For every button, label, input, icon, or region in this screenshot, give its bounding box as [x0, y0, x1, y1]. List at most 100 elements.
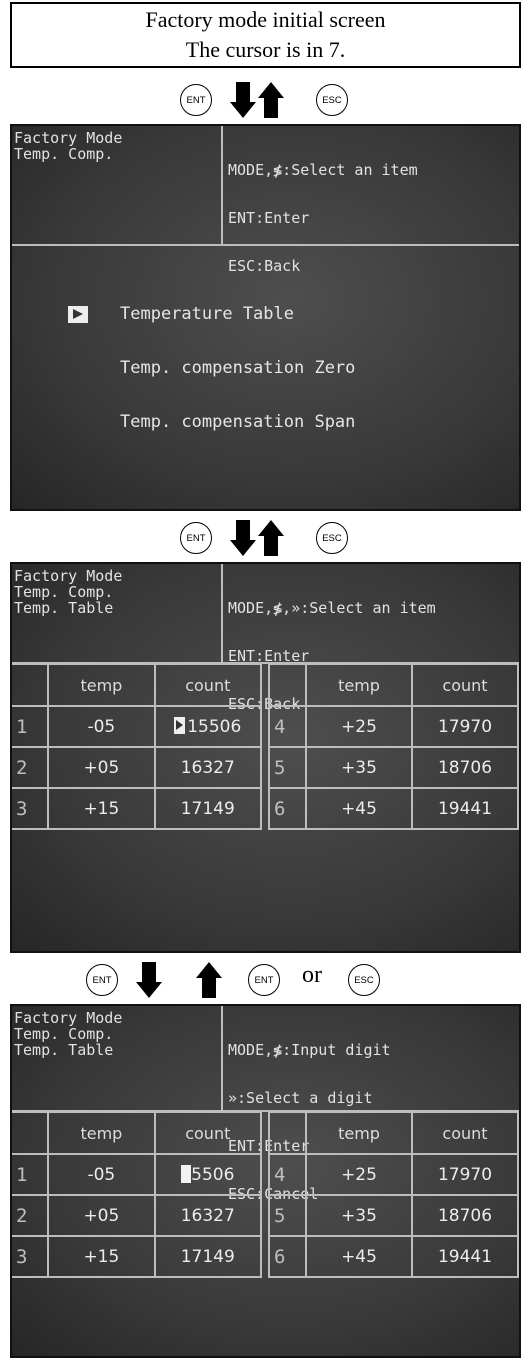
- menu-cursor-icon: [68, 306, 88, 323]
- digit-cursor: [181, 1164, 192, 1183]
- count-cell[interactable]: 16327: [153, 1194, 263, 1237]
- table-row: 6 +45 19441: [267, 787, 519, 830]
- temp-cell: +35: [305, 746, 413, 789]
- esc-key-icon: ESC: [316, 522, 348, 554]
- row-number: 6: [267, 787, 308, 830]
- screen-temperature-table: Factory Mode Temp. Comp. Temp. Table MOD…: [10, 562, 521, 953]
- row-number: 6: [267, 1235, 308, 1278]
- col-count-header: count: [411, 1111, 519, 1155]
- nav-row-3: ENT ENT or ESC: [0, 958, 531, 1002]
- count-cell[interactable]: 17149: [153, 1235, 263, 1278]
- count-value: 15506: [187, 716, 242, 737]
- or-label: or: [302, 962, 322, 988]
- temp-cell: +35: [305, 1194, 413, 1237]
- count-cell[interactable]: 19441: [411, 1235, 519, 1278]
- header-breadcrumb: Factory Mode Temp. Comp. Temp. Table: [14, 1010, 122, 1058]
- temp-cell: -05: [47, 1153, 156, 1196]
- caption-line-2: The cursor is in 7.: [185, 37, 346, 62]
- breadcrumb-line: Factory Mode: [14, 129, 123, 147]
- screen-header: Factory Mode Temp. Comp. Temp. Table MOD…: [12, 564, 519, 712]
- table-row: 2 +05 16327: [12, 1194, 263, 1237]
- esc-key-icon: ESC: [348, 964, 380, 996]
- table-row: 6 +45 19441: [267, 1235, 519, 1278]
- temp-cell: -05: [47, 705, 156, 748]
- caption-line-1: Factory mode initial screen: [145, 7, 386, 32]
- help-line: ENT:Enter: [228, 647, 310, 665]
- count-cell[interactable]: 15506: [153, 705, 263, 748]
- help-line: ESC:Back: [228, 257, 301, 275]
- arrow-down-icon: [230, 520, 256, 556]
- menu-item-temp-comp-zero[interactable]: Temp. compensation Zero: [120, 358, 355, 378]
- temp-cell: +15: [47, 1235, 156, 1278]
- count-value-rest: 5506: [191, 1164, 235, 1185]
- row-number: 1: [12, 1153, 50, 1196]
- temp-table-right: temp count 4 +25 17970 5 +35 18706 6 +45…: [267, 663, 519, 830]
- arrow-up-icon: [196, 962, 222, 998]
- col-num-header: [12, 663, 50, 707]
- count-cell[interactable]: 17970: [411, 1153, 519, 1196]
- count-cell[interactable]: 19441: [411, 787, 519, 830]
- table-row: 3 +15 17149: [12, 1235, 263, 1278]
- col-temp-header: temp: [305, 1111, 413, 1155]
- row-number: 4: [267, 705, 308, 748]
- breadcrumb-line: Temp. Table: [14, 599, 114, 617]
- row-number: 4: [267, 1153, 308, 1196]
- breadcrumb-line: Temp. Comp.: [14, 145, 114, 163]
- temp-cell: +15: [47, 787, 156, 830]
- header-breadcrumb: Factory Mode Temp. Comp. Temp. Table: [14, 568, 122, 616]
- ent-key-icon: ENT: [180, 522, 212, 554]
- ent-key-icon: ENT: [180, 84, 212, 116]
- count-cell[interactable]: 18706: [411, 746, 519, 789]
- nav-row-2: ENT ESC: [0, 516, 531, 560]
- help-line: MODE,≸:Input digit: [228, 1041, 391, 1059]
- header-help: MODE,≸:Select an item ENT:Enter ESC:Back: [228, 130, 418, 306]
- row-number: 3: [12, 787, 50, 830]
- menu-item-temperature-table[interactable]: Temperature Table: [120, 304, 294, 324]
- col-temp-header: temp: [47, 1111, 156, 1155]
- table-row: 3 +15 17149: [12, 787, 263, 830]
- esc-key-icon: ESC: [316, 84, 348, 116]
- arrow-down-icon: [136, 962, 162, 998]
- cursor-icon: [174, 716, 186, 734]
- row-number: 2: [12, 1194, 50, 1237]
- count-cell[interactable]: 16327: [153, 746, 263, 789]
- col-temp-header: temp: [47, 663, 156, 707]
- help-line: MODE,≸,»:Select an item: [228, 599, 436, 617]
- menu-item-temp-comp-span[interactable]: Temp. compensation Span: [120, 412, 355, 432]
- table-row: 5 +35 18706: [267, 746, 519, 789]
- col-num-header: [267, 663, 308, 707]
- count-cell-editing[interactable]: 5506: [153, 1153, 263, 1196]
- temp-cell: +05: [47, 746, 156, 789]
- temp-cell: +25: [305, 1153, 413, 1196]
- breadcrumb-line: Factory Mode: [14, 567, 123, 585]
- breadcrumb-line: Temp. Comp.: [14, 1025, 114, 1043]
- temp-table-left: temp count 1 -05 5506 2 +05 16327 3 +15 …: [12, 1111, 263, 1278]
- count-cell[interactable]: 17970: [411, 705, 519, 748]
- col-num-header: [12, 1111, 50, 1155]
- row-number: 2: [12, 746, 50, 789]
- temp-cell: +05: [47, 1194, 156, 1237]
- breadcrumb-line: Temp. Table: [14, 1041, 114, 1059]
- table-row: 4 +25 17970: [267, 1153, 519, 1196]
- temp-table-left: temp count 1 -05 15506 2 +05 16327 3 +15…: [12, 663, 263, 830]
- arrow-up-icon: [258, 82, 284, 118]
- col-temp-header: temp: [305, 663, 413, 707]
- arrow-up-icon: [258, 520, 284, 556]
- col-count-header: count: [153, 1111, 263, 1155]
- help-line: ENT:Enter: [228, 209, 310, 227]
- row-number: 3: [12, 1235, 50, 1278]
- temp-cell: +25: [305, 705, 413, 748]
- caption-box: Factory mode initial screen The cursor i…: [10, 2, 521, 68]
- header-divider: [221, 126, 223, 244]
- temp-table-right: temp count 4 +25 17970 5 +35 18706 6 +45…: [267, 1111, 519, 1278]
- count-cell[interactable]: 18706: [411, 1194, 519, 1237]
- table-row: 4 +25 17970: [267, 705, 519, 748]
- help-line: »:Select a digit: [228, 1089, 373, 1107]
- count-cell[interactable]: 17149: [153, 787, 263, 830]
- breadcrumb-line: Temp. Comp.: [14, 583, 114, 601]
- table-row: 2 +05 16327: [12, 746, 263, 789]
- col-count-header: count: [411, 663, 519, 707]
- col-count-header: count: [153, 663, 263, 707]
- breadcrumb-line: Factory Mode: [14, 1009, 123, 1027]
- row-number: 5: [267, 1194, 308, 1237]
